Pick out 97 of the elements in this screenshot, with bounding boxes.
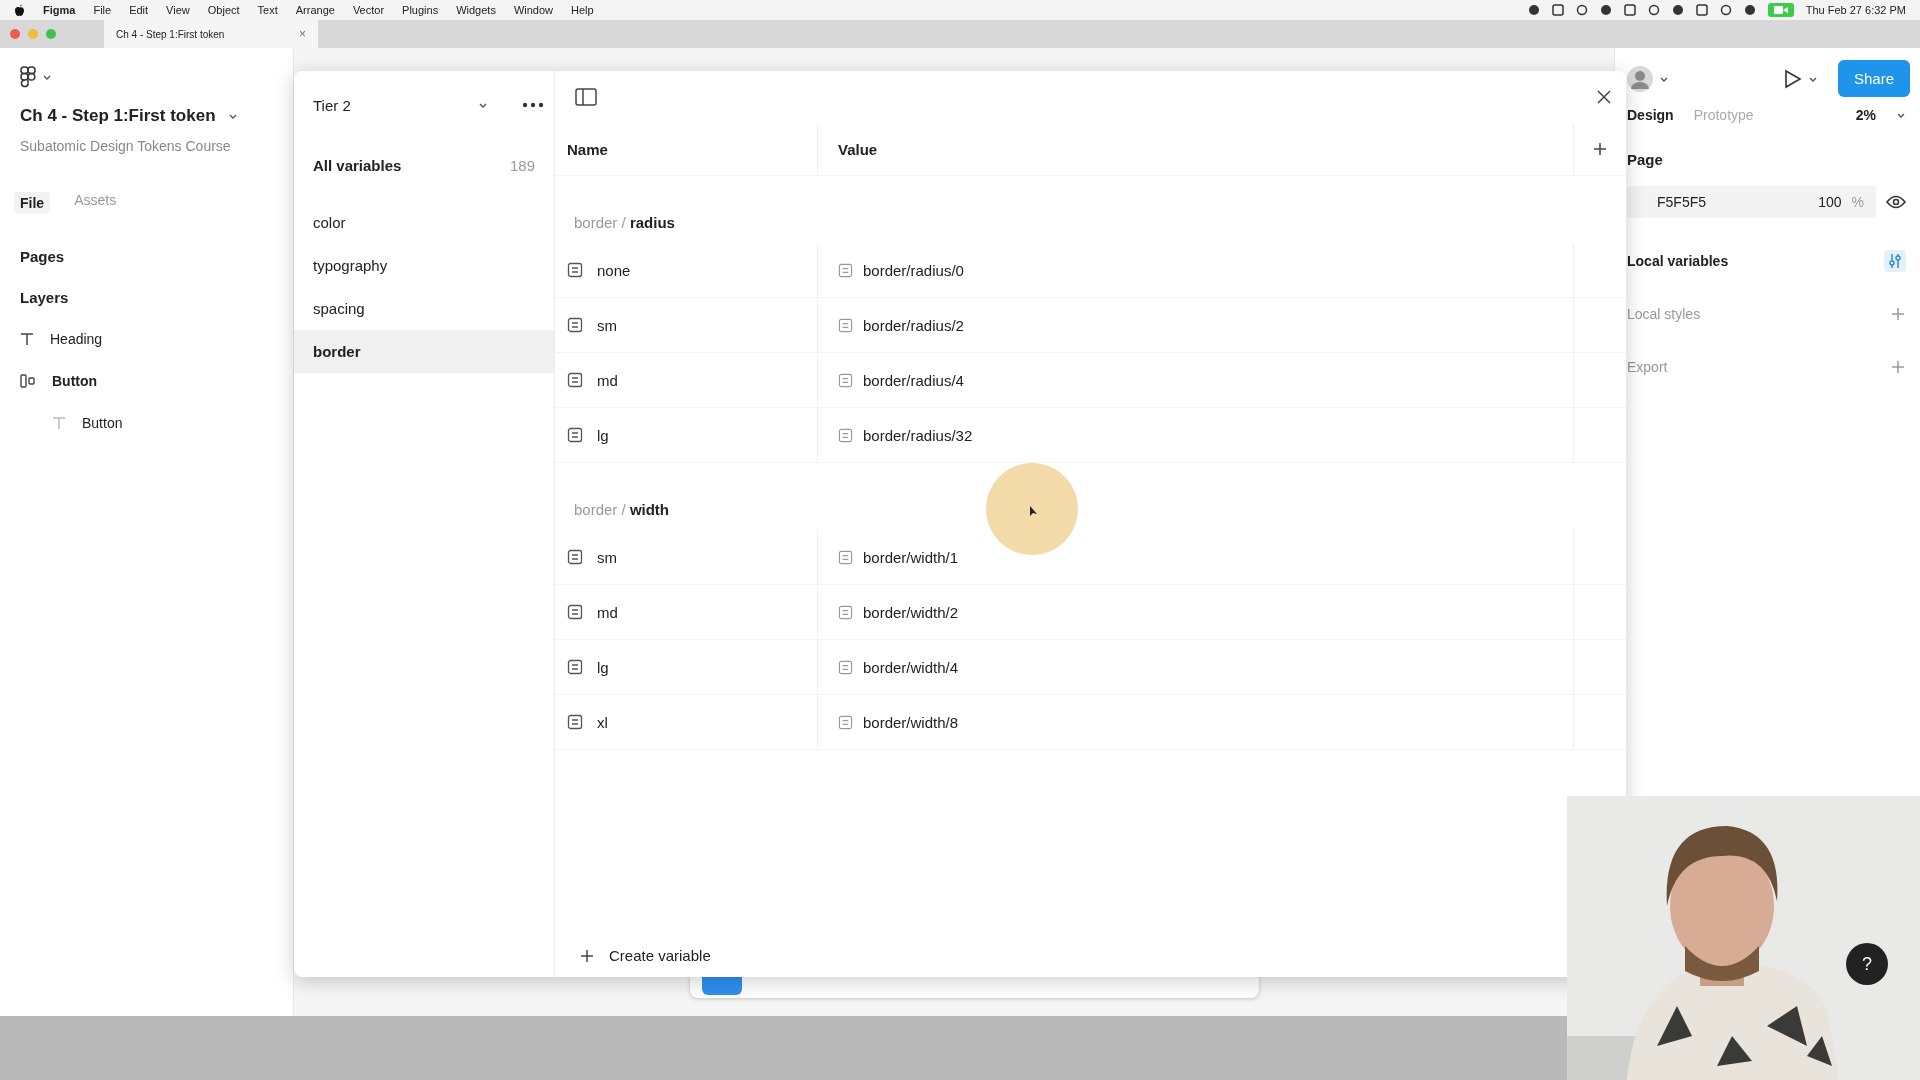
alias-icon (838, 714, 853, 730)
section-heading: Local variables (1627, 252, 1729, 269)
status-icon[interactable] (1551, 4, 1564, 16)
column-header: Value (838, 140, 878, 158)
variable-value[interactable]: border/radius/2 (863, 316, 964, 334)
section-heading: Layers (20, 289, 69, 306)
avatar-icon[interactable] (1627, 65, 1653, 92)
group-heading: border / radius (574, 214, 675, 231)
panel-tab[interactable]: File (14, 192, 51, 214)
menu-item[interactable]: Window (513, 4, 554, 16)
section-heading: Local styles (1627, 305, 1701, 322)
variable-value[interactable]: border/width/8 (863, 713, 959, 731)
alias-icon (838, 604, 853, 620)
all-variables-item[interactable]: All variables 189 (294, 139, 554, 191)
section-heading: Pages (20, 248, 65, 265)
variable-value[interactable]: border/radius/32 (863, 426, 973, 444)
variable-value[interactable]: border/radius/0 (863, 261, 964, 279)
status-icon[interactable] (1695, 4, 1708, 16)
alias-icon (838, 427, 853, 443)
section-heading: Page (1627, 151, 1664, 168)
variable-value[interactable]: border/width/4 (863, 658, 959, 676)
add-column-icon[interactable] (1592, 141, 1608, 157)
menu-clock: Thu Feb 27 6:32 PM (1805, 4, 1906, 16)
page-fill-field[interactable]: F5F5F5 100 % (1627, 186, 1876, 218)
group-heading: border / width (574, 501, 670, 518)
status-icon[interactable] (1743, 4, 1756, 16)
alias-icon (838, 549, 853, 565)
variable-value[interactable]: border/radius/4 (863, 371, 964, 389)
sliders-icon[interactable] (1884, 249, 1906, 272)
menu-item[interactable]: Widgets (456, 4, 496, 16)
group-item[interactable]: typography (294, 244, 554, 287)
variable-icon (567, 549, 583, 565)
layer-item[interactable]: Button (82, 415, 123, 431)
alias-icon (838, 659, 853, 675)
variable-name[interactable]: xl (597, 713, 608, 731)
plus-icon (579, 947, 595, 964)
alias-icon (838, 372, 853, 388)
sidebar-toggle-icon[interactable] (575, 88, 597, 106)
cursor-icon (1030, 506, 1038, 517)
status-icon[interactable] (1671, 4, 1684, 16)
group-item[interactable]: border (294, 330, 554, 373)
status-icon[interactable] (1599, 4, 1612, 16)
menu-item[interactable]: Figma (43, 4, 76, 16)
layer-item[interactable]: Button (52, 373, 98, 389)
variable-icon (567, 427, 583, 443)
status-icon[interactable] (1527, 4, 1540, 16)
zoom-level[interactable]: 2% (1855, 107, 1876, 123)
panel-tab[interactable]: Design (1627, 107, 1674, 123)
variable-name[interactable]: none (597, 261, 631, 279)
figma-logo-icon[interactable] (20, 66, 36, 88)
text-icon (52, 416, 66, 430)
menu-item[interactable]: Vector (352, 4, 385, 16)
group-item[interactable]: color (294, 201, 554, 244)
play-icon[interactable] (1783, 68, 1802, 89)
variable-value[interactable]: border/width/2 (863, 603, 959, 621)
more-icon[interactable] (522, 102, 544, 108)
project-name: Subatomic Design Tokens Course (20, 138, 232, 154)
menu-item[interactable]: Help (571, 4, 594, 16)
layer-item[interactable]: Heading (50, 331, 103, 347)
status-icon[interactable] (1647, 4, 1660, 16)
alias-icon (838, 262, 853, 278)
status-icon[interactable] (1575, 4, 1588, 16)
frame-icon (20, 374, 36, 388)
variable-name[interactable]: md (597, 371, 618, 389)
create-variable-button[interactable]: Create variable (573, 946, 717, 965)
eye-icon[interactable] (1886, 195, 1906, 209)
variable-name[interactable]: lg (597, 426, 609, 444)
section-heading: Export (1627, 358, 1668, 375)
variable-name[interactable]: md (597, 603, 618, 621)
variable-name[interactable]: sm (597, 316, 617, 334)
menu-item[interactable]: Arrange (295, 4, 335, 16)
menu-item[interactable]: Plugins (402, 4, 439, 16)
close-icon[interactable] (1596, 89, 1612, 105)
variable-icon (567, 659, 583, 675)
menu-item[interactable]: Text (257, 4, 278, 16)
menu-item[interactable]: View (166, 4, 190, 16)
browser-tab[interactable]: Ch 4 - Step 1:First token × (104, 20, 318, 48)
group-item[interactable]: spacing (294, 287, 554, 330)
apple-icon[interactable] (14, 3, 25, 17)
collection-select[interactable]: Tier 2 (313, 96, 470, 114)
variable-icon (567, 262, 583, 278)
status-icon[interactable] (1719, 4, 1732, 16)
menu-item[interactable]: Object (207, 4, 240, 16)
variable-icon (567, 317, 583, 333)
file-title[interactable]: Ch 4 - Step 1:First token (20, 106, 216, 126)
variable-value[interactable]: border/width/1 (863, 548, 959, 566)
status-icon[interactable] (1623, 4, 1636, 16)
variable-icon (567, 604, 583, 620)
variable-icon (567, 714, 583, 730)
variable-icon (567, 372, 583, 388)
variable-name[interactable]: sm (597, 548, 617, 566)
text-icon (20, 332, 34, 346)
column-header: Name (567, 140, 608, 158)
variable-name[interactable]: lg (597, 658, 609, 676)
alias-icon (838, 317, 853, 333)
menu-item[interactable]: File (93, 4, 112, 16)
menu-item[interactable]: Edit (129, 4, 149, 16)
